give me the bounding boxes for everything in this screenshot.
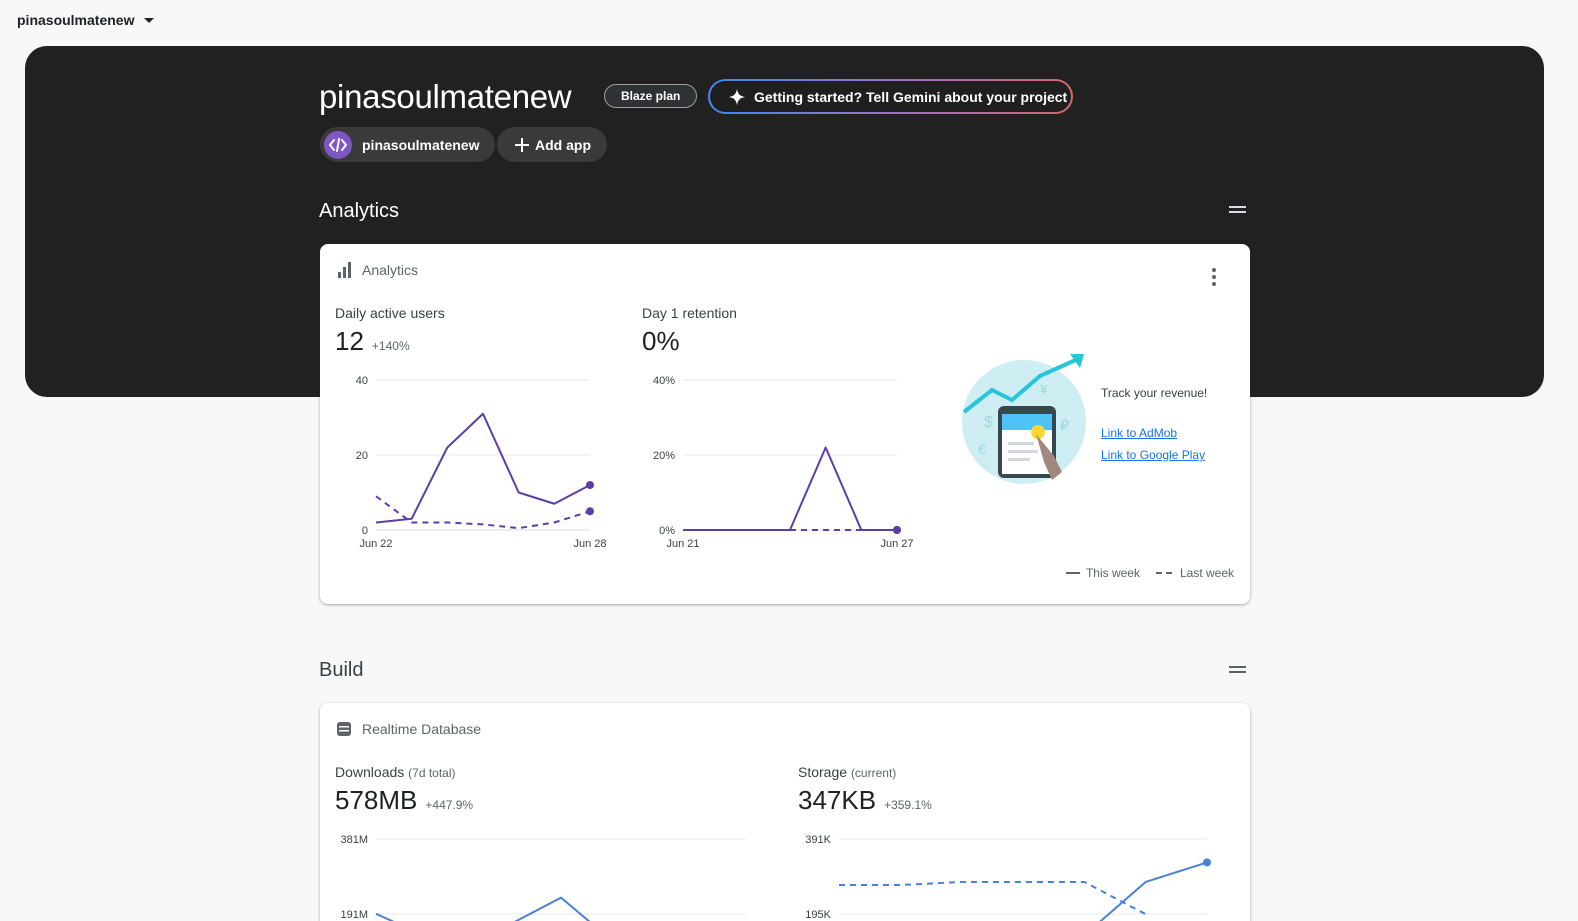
storage-value: 347KB bbox=[798, 785, 877, 815]
y-tick-label: 191M bbox=[340, 909, 368, 921]
series-end-point bbox=[1203, 858, 1211, 867]
storage-chart: 391K 195K bbox=[805, 834, 1211, 921]
reorder-handle-icon[interactable] bbox=[1229, 206, 1246, 214]
legend-this-week: This week bbox=[1065, 566, 1140, 580]
series-end-point bbox=[586, 481, 594, 489]
downloads-label: Downloads (7d total) bbox=[335, 764, 456, 780]
storage-label-text: Storage bbox=[798, 764, 848, 780]
project-title: pinasoulmatenew bbox=[319, 78, 572, 115]
downloads-label-text: Downloads bbox=[335, 764, 405, 780]
svg-text:$: $ bbox=[984, 414, 993, 431]
series-line bbox=[375, 896, 591, 921]
y-tick-label: 0% bbox=[659, 525, 675, 537]
link-google-play[interactable]: Link to Google Play bbox=[1101, 448, 1205, 462]
reorder-handle-icon[interactable] bbox=[1229, 666, 1246, 674]
series-end-point bbox=[893, 526, 901, 534]
y-tick-label: 40% bbox=[653, 375, 675, 387]
add-app-button[interactable]: Add app bbox=[497, 127, 607, 162]
sparkle-icon bbox=[728, 88, 746, 105]
series-end-point bbox=[586, 507, 594, 516]
database-icon bbox=[337, 722, 351, 736]
y-tick-label: 391K bbox=[805, 834, 831, 846]
series-line bbox=[683, 446, 897, 531]
storage-qualifier: (current) bbox=[850, 766, 897, 780]
realtime-database-card: Realtime Database Downloads (7d total) 5… bbox=[320, 703, 1250, 921]
y-tick-label: 0 bbox=[362, 525, 368, 537]
x-tick-label: Jun 22 bbox=[359, 538, 392, 550]
gemini-prompt-label: Getting started? Tell Gemini about your … bbox=[754, 88, 1068, 105]
retention-label: Day 1 retention bbox=[642, 305, 737, 321]
bar-chart-icon bbox=[338, 262, 351, 278]
downloads-change: +447.9% bbox=[425, 798, 474, 812]
gemini-prompt-button[interactable]: Getting started? Tell Gemini about your … bbox=[708, 79, 1073, 114]
dau-chart: 0 20 40 Jun 22 Jun 28 bbox=[356, 375, 607, 550]
app-chip-label: pinasoulmatenew bbox=[362, 136, 480, 153]
storage-change: +359.1% bbox=[884, 798, 932, 812]
series-line bbox=[375, 412, 591, 524]
legend-last-week-label: Last week bbox=[1179, 566, 1234, 580]
legend-last-week: Last week bbox=[1155, 566, 1234, 580]
project-selector[interactable]: pinasoulmatenew bbox=[17, 12, 155, 28]
y-tick-label: 40 bbox=[356, 375, 368, 387]
caret-down-icon bbox=[144, 17, 155, 23]
add-app-label: Add app bbox=[535, 136, 591, 153]
project-selector-label: pinasoulmatenew bbox=[17, 12, 135, 28]
analytics-card-title: Analytics bbox=[362, 262, 419, 278]
svg-text:€: € bbox=[978, 441, 986, 457]
y-tick-label: 381M bbox=[340, 834, 368, 846]
promo-text: Track your revenue! bbox=[1101, 386, 1208, 400]
chart-legend: This week Last week bbox=[1065, 566, 1234, 580]
storage-label: Storage (current) bbox=[798, 764, 896, 780]
y-tick-label: 20 bbox=[356, 450, 368, 462]
retention-value: 0% bbox=[642, 326, 680, 356]
code-icon bbox=[324, 130, 352, 159]
dau-value: 12 bbox=[335, 326, 364, 356]
plus-icon bbox=[515, 137, 529, 152]
legend-this-week-label: This week bbox=[1085, 566, 1140, 580]
svg-text:₽: ₽ bbox=[1060, 417, 1069, 433]
analytics-section-title: Analytics bbox=[319, 200, 400, 222]
downloads-qualifier: (7d total) bbox=[408, 766, 456, 780]
x-tick-label: Jun 28 bbox=[573, 538, 606, 550]
build-section-title: Build bbox=[319, 659, 364, 681]
downloads-chart: 381M 191M bbox=[340, 834, 746, 921]
y-tick-label: 20% bbox=[653, 450, 675, 462]
more-options-icon[interactable] bbox=[1208, 268, 1220, 286]
link-admob[interactable]: Link to AdMob bbox=[1101, 426, 1177, 440]
analytics-card: Analytics Daily active users 12 +140% Da… bbox=[320, 244, 1250, 604]
app-chip[interactable]: pinasoulmatenew bbox=[320, 127, 496, 162]
downloads-value: 578MB bbox=[335, 785, 418, 815]
revenue-illustration: $ ¥ € ₽ bbox=[962, 354, 1086, 484]
dau-label: Daily active users bbox=[335, 305, 445, 321]
y-tick-label: 195K bbox=[805, 909, 831, 921]
retention-chart: 0% 20% 40% Jun 21 Jun 27 bbox=[653, 375, 914, 550]
plan-badge[interactable]: Blaze plan bbox=[604, 84, 698, 108]
x-tick-label: Jun 27 bbox=[880, 538, 913, 550]
series-line bbox=[839, 880, 1147, 916]
svg-text:¥: ¥ bbox=[1039, 382, 1048, 397]
rtdb-card-title: Realtime Database bbox=[362, 721, 482, 737]
dau-change: +140% bbox=[371, 339, 410, 353]
x-tick-label: Jun 21 bbox=[666, 538, 699, 550]
